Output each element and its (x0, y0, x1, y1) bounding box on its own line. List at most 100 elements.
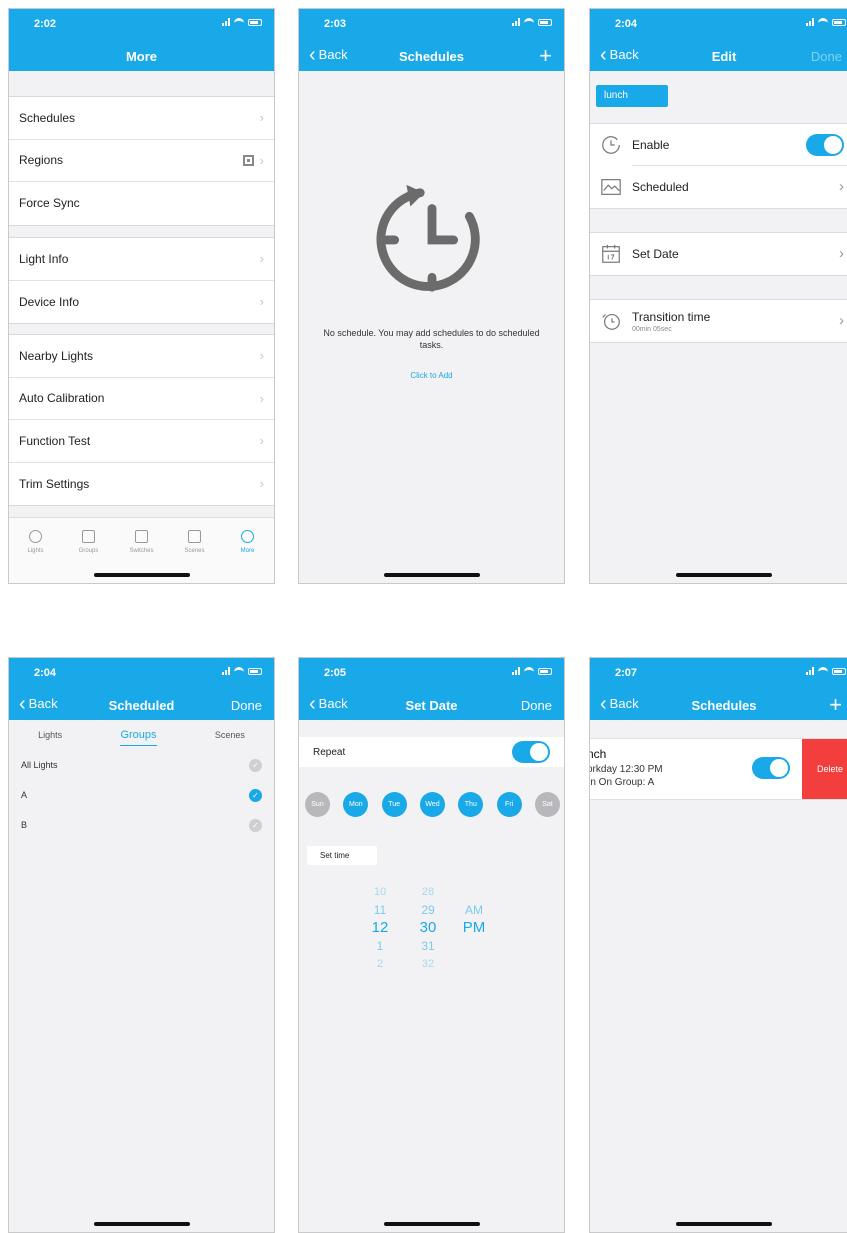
chevron-right-icon: › (259, 251, 264, 267)
chevron-right-icon: › (259, 476, 264, 492)
hour-picker[interactable]: 10 11 12 1 2 (367, 883, 393, 973)
schedule-name: nch (590, 747, 607, 761)
delete-button[interactable]: Delete (802, 739, 847, 799)
image-icon (601, 179, 621, 195)
day-sat[interactable]: Sat (534, 792, 560, 817)
repeat-row: Repeat (299, 737, 564, 767)
home-indicator (93, 1222, 190, 1226)
ampm-picker[interactable]: AM PM (459, 901, 489, 937)
segment-lights[interactable]: Lights (38, 730, 62, 740)
schedule-list-item[interactable]: nch orkday 12:30 PM rn On Group: A Delet… (590, 738, 847, 800)
menu-item-label: Trim Settings (19, 476, 90, 491)
nav-bar: 2:05 ‹ Back Set Date Done (299, 658, 564, 720)
enable-toggle[interactable] (806, 134, 844, 156)
wifi-icon (818, 18, 828, 26)
schedule-toggle[interactable] (752, 757, 790, 779)
picker-option: AM (465, 903, 483, 917)
page-title: More (125, 49, 158, 64)
checkmark-icon: ✓ (249, 818, 262, 832)
segment-scenes[interactable]: Scenes (215, 730, 245, 740)
tab-label: Switches (129, 548, 154, 554)
enable-row: Enable (590, 124, 847, 166)
menu-item-label: Schedules (19, 110, 76, 125)
menu-item-light-info[interactable]: Light Info › (9, 238, 274, 281)
set-date-label: Set Date (632, 247, 679, 261)
status-time: 2:05 (324, 667, 347, 679)
menu-item-schedules[interactable]: Schedules › (9, 97, 274, 140)
done-button[interactable]: Done (521, 698, 552, 713)
page-title: Schedules (398, 49, 465, 64)
checkmark-icon: ✓ (249, 788, 262, 802)
day-thu[interactable]: Thu (458, 792, 484, 817)
chevron-right-icon: › (839, 245, 844, 262)
bulb-icon (29, 530, 42, 543)
segment-groups[interactable]: Groups (120, 729, 157, 746)
menu-item-trim-settings[interactable]: Trim Settings › (9, 463, 274, 506)
menu-item-device-info[interactable]: Device Info › (9, 281, 274, 324)
checkmark-icon: ✓ (249, 758, 262, 772)
picker-option: 11 (373, 903, 387, 917)
menu-group-2: Light Info › Device Info › (9, 237, 274, 324)
list-item-label: A (21, 790, 28, 800)
home-indicator (383, 573, 480, 577)
day-sun[interactable]: Sun (305, 792, 330, 817)
status-icons (222, 667, 262, 675)
schedule-name-field[interactable]: lunch (596, 85, 668, 107)
status-icons (222, 18, 262, 26)
nav-bar: 2:04 ‹ Back Edit Done (590, 9, 847, 71)
done-button[interactable]: Done (231, 698, 262, 713)
day-tue[interactable]: Tue (381, 792, 407, 817)
day-wed[interactable]: Wed (419, 792, 445, 817)
list-item[interactable]: B ✓ (9, 810, 274, 840)
set-time-label: Set time (307, 846, 377, 865)
list-item[interactable]: All Lights ✓ (9, 750, 274, 780)
menu-item-function-test[interactable]: Function Test › (9, 420, 274, 463)
tab-lights[interactable]: Lights (16, 530, 56, 583)
empty-state-text: No schedule. You may add schedules to do… (323, 328, 540, 350)
list-item-label: All Lights (21, 760, 58, 770)
click-to-add-link[interactable]: Click to Add (299, 371, 564, 380)
chevron-right-icon: › (839, 312, 844, 329)
page-title: Edit (711, 49, 737, 64)
repeat-toggle[interactable] (512, 741, 550, 763)
page-title: Schedules (691, 698, 757, 713)
list-item-label: B (21, 820, 28, 830)
home-indicator (93, 573, 190, 577)
status-icons (512, 667, 552, 675)
add-schedule-button[interactable]: + (539, 43, 552, 69)
minute-picker[interactable]: 28 29 30 31 32 (415, 883, 441, 973)
chevron-right-icon: › (259, 433, 264, 449)
status-time: 2:02 (34, 18, 57, 30)
calendar-icon (602, 244, 620, 263)
battery-icon (832, 667, 846, 675)
battery-icon (832, 18, 846, 26)
done-button[interactable]: Done (811, 49, 842, 64)
menu-item-nearby-lights[interactable]: Nearby Lights › (9, 335, 274, 378)
day-mon[interactable]: Mon (343, 792, 369, 817)
qr-code-icon[interactable] (242, 154, 254, 166)
day-fri[interactable]: Fri (496, 792, 522, 817)
tab-label: Lights (27, 548, 44, 554)
menu-item-auto-calibration[interactable]: Auto Calibration › (9, 378, 274, 420)
chevron-right-icon: › (259, 390, 264, 406)
scheduled-row[interactable]: Scheduled › (590, 166, 847, 208)
picker-option: 28 (421, 886, 435, 898)
add-schedule-button[interactable]: + (829, 692, 842, 718)
battery-icon (538, 18, 552, 26)
transition-time-row[interactable]: Transition time 00min 05sec › (590, 300, 847, 342)
timer-icon (602, 136, 620, 154)
wifi-icon (524, 667, 534, 675)
picker-option: 31 (421, 939, 435, 953)
status-time: 2:03 (324, 18, 347, 30)
picker-option: 1 (376, 939, 384, 953)
menu-item-regions[interactable]: Regions › (9, 140, 274, 182)
chevron-right-icon: › (259, 152, 264, 168)
tab-more[interactable]: More (228, 530, 268, 583)
menu-group-3: Nearby Lights › Auto Calibration › Functio… (9, 334, 274, 506)
chevron-right-icon: › (259, 294, 264, 310)
scheduled-screen: 2:04 ‹ Back Scheduled Done Lights Groups … (8, 657, 275, 1233)
nav-bar: 2:02 More (9, 9, 274, 71)
menu-item-force-sync[interactable]: Force Sync (9, 182, 274, 225)
set-date-row[interactable]: Set Date › (590, 233, 847, 275)
list-item[interactable]: A ✓ (9, 780, 274, 810)
